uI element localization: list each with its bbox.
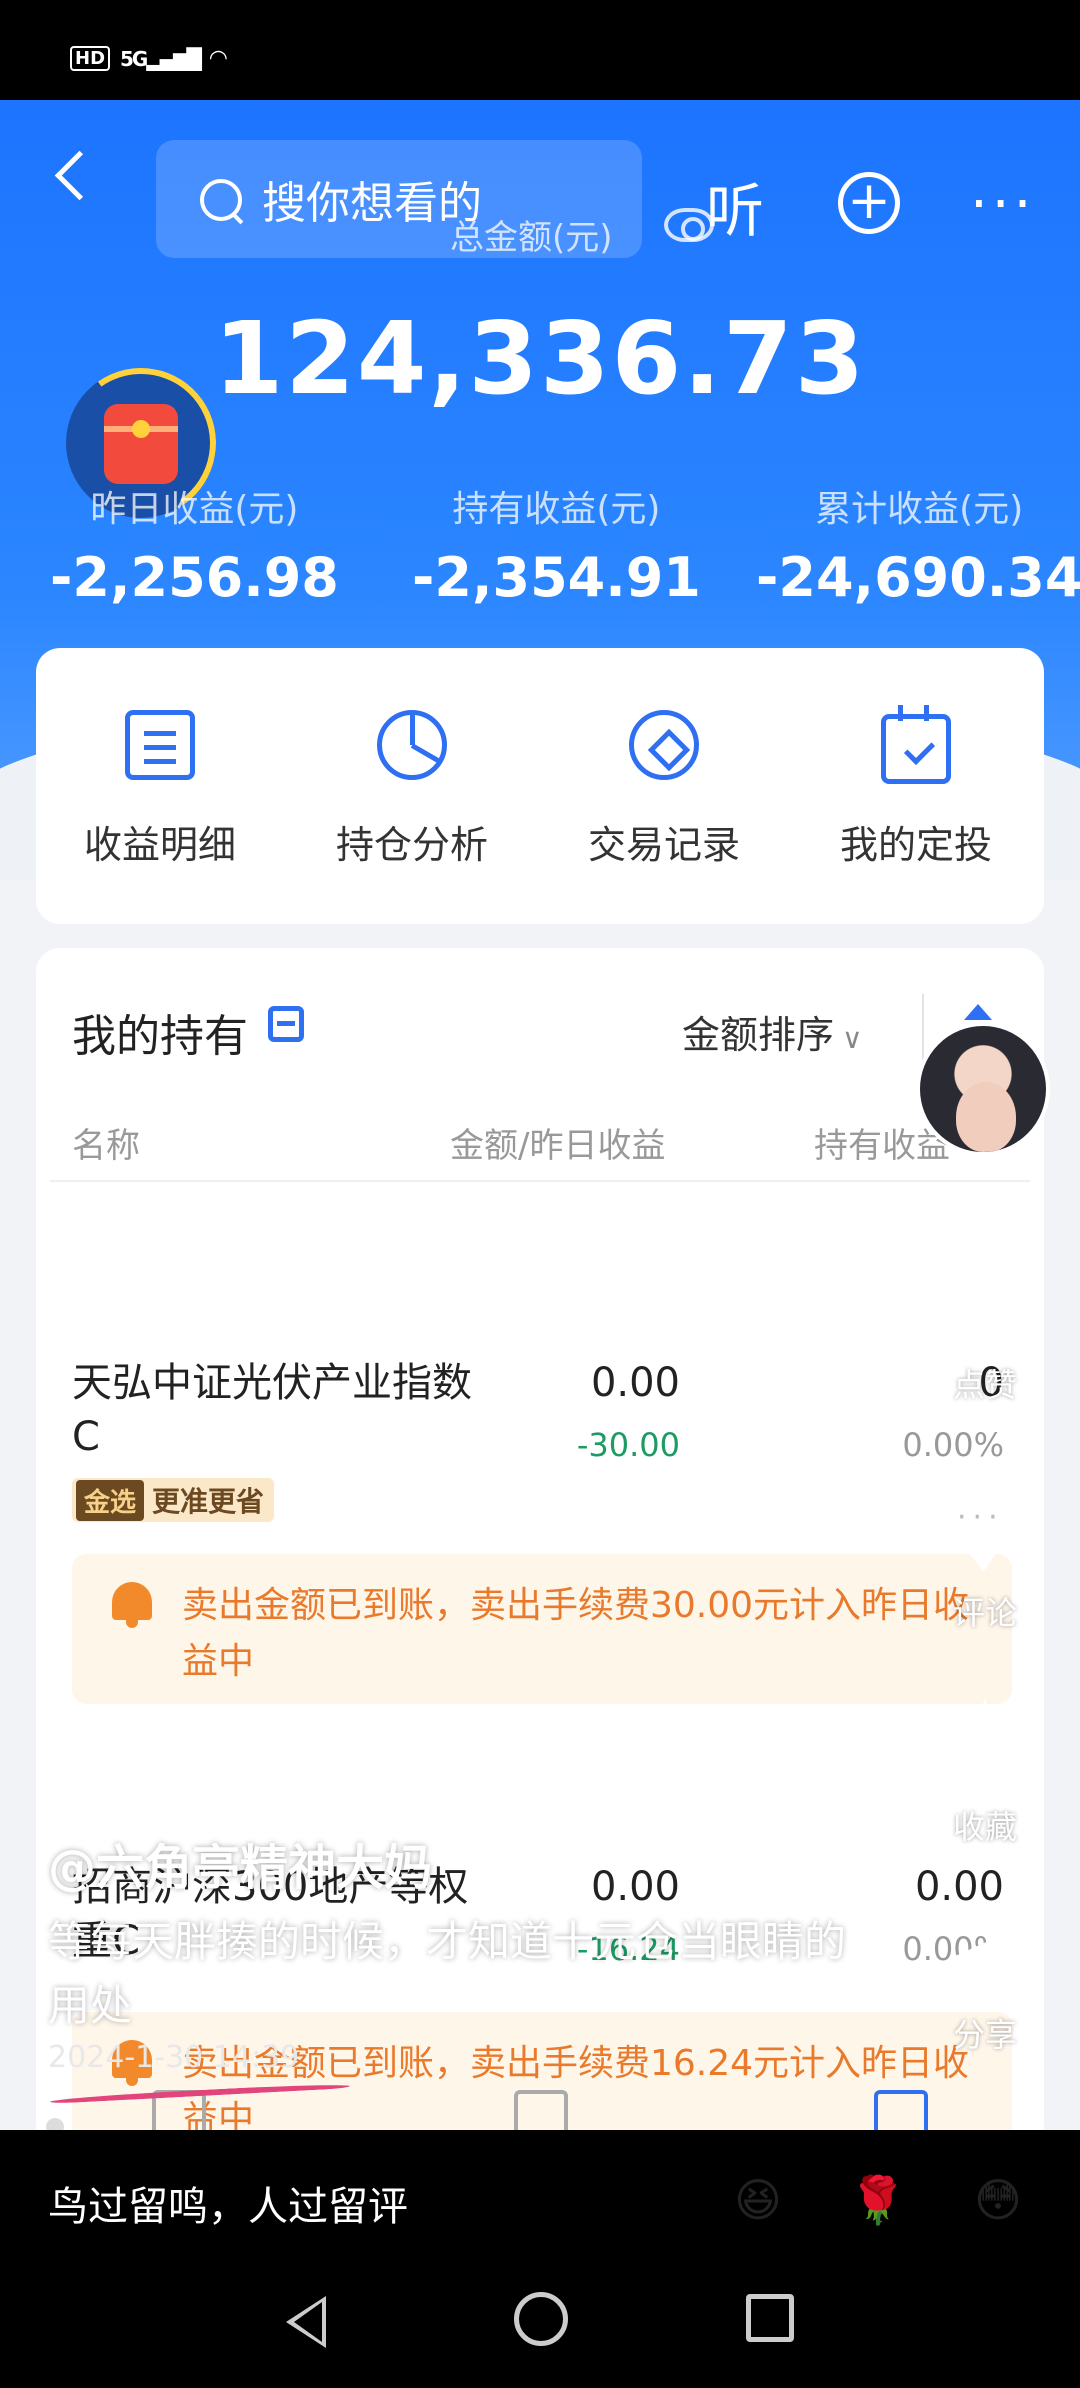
- stat-yesterday: 昨日收益(元) -2,256.98: [50, 480, 339, 609]
- author-name[interactable]: @六角亭精神大妈: [48, 1828, 432, 1898]
- video-content[interactable]: 搜你想看的 听 + ··· 总金额(元) 124,336.73 昨日收益(元) …: [0, 100, 1080, 2130]
- stat-label: 昨日收益(元): [90, 489, 299, 530]
- status-icons: HD 5G▂▄▆█ ◠: [70, 46, 227, 71]
- divider: [50, 1180, 1030, 1182]
- holdings-title: 我的持有: [72, 1011, 248, 1062]
- chevron-down-icon: ∨: [842, 1022, 863, 1055]
- sort-dropdown[interactable]: 金额排序 ∨: [682, 1004, 863, 1059]
- star-icon: [937, 1698, 1033, 1787]
- column-header-name: 名称: [72, 1126, 140, 1166]
- stat-value: -24,690.34: [756, 546, 1080, 609]
- eye-icon[interactable]: [664, 208, 714, 242]
- status-bar: HD 5G▂▄▆█ ◠: [0, 0, 1080, 100]
- laughing-emoji-icon[interactable]: 😆: [726, 2168, 790, 2232]
- like-label: 点赞: [952, 1366, 1017, 1404]
- divider: [922, 994, 924, 1060]
- rose-emoji-icon[interactable]: 🌹: [846, 2168, 910, 2232]
- search-icon: [196, 175, 244, 223]
- share-label: 分享: [952, 2016, 1017, 2054]
- action-position-analysis[interactable]: 持仓分析: [312, 710, 512, 869]
- stat-holding: 持有收益(元) -2,354.91: [412, 480, 701, 609]
- heart-icon: [937, 1262, 1033, 1348]
- calendar-icon: [881, 705, 951, 784]
- action-my-investment-plan[interactable]: 我的定投: [816, 705, 1016, 869]
- sort-label: 金额排序: [682, 1013, 835, 1057]
- listen-button[interactable]: 听: [706, 164, 764, 248]
- stat-value: -2,256.98: [50, 546, 339, 609]
- total-label: 总金额(元): [450, 218, 613, 258]
- system-navigation-bar: [0, 2270, 1080, 2388]
- action-trade-records[interactable]: 交易记录: [564, 710, 764, 869]
- fund-amount: 0.00: [590, 1864, 680, 1910]
- fund-holding-income: 0.00: [914, 1864, 1004, 1910]
- action-label: 持仓分析: [335, 823, 488, 867]
- record-icon: [629, 710, 699, 780]
- red-envelope-icon: [104, 404, 178, 484]
- favorite-label: 收藏: [952, 1808, 1017, 1846]
- favorite-button[interactable]: 收藏: [930, 1698, 1040, 1848]
- nav-back-icon[interactable]: [286, 2296, 326, 2348]
- bell-icon: [112, 1582, 152, 1628]
- tab-icon[interactable]: [514, 2090, 568, 2130]
- search-placeholder: 搜你想看的: [262, 178, 482, 229]
- more-dots-icon[interactable]: ···: [970, 172, 1035, 237]
- stat-label: 累计收益(元): [815, 489, 1024, 530]
- column-header-amount: 金额/昨日收益: [450, 1126, 666, 1166]
- action-label: 交易记录: [587, 823, 740, 867]
- fund-holding-pct: 0.00%: [902, 1426, 1004, 1464]
- badge-tag: 金选: [76, 1479, 145, 1521]
- share-button[interactable]: 分享: [930, 1918, 1040, 2056]
- post-caption[interactable]: 等每天胖揍的时候，才知道十元仓当眼睛的用处: [48, 1910, 868, 2038]
- wifi-icon: ◠: [209, 46, 227, 71]
- signal-icon: 5G▂▄▆█: [120, 46, 202, 71]
- comment-bar: 鸟过留鸣，人过留评 😆 🌹 😳: [0, 2130, 1080, 2270]
- back-icon[interactable]: [42, 148, 102, 208]
- stat-cumulative: 累计收益(元) -24,690.34: [756, 480, 1080, 609]
- surprised-emoji-icon[interactable]: 😳: [966, 2168, 1030, 2232]
- comment-icon: ···: [939, 1484, 1031, 1572]
- action-label: 我的定投: [839, 823, 992, 867]
- action-income-detail[interactable]: 收益明细: [60, 710, 260, 869]
- action-label: 收益明细: [83, 823, 236, 867]
- fund-yesterday-income: -30.00: [576, 1426, 680, 1464]
- document-icon: [125, 710, 195, 780]
- list-toggle-icon[interactable]: [268, 1006, 304, 1042]
- nav-home-icon[interactable]: [514, 2292, 568, 2346]
- sort-arrow-icon[interactable]: [964, 1004, 992, 1020]
- like-button[interactable]: 点赞: [930, 1262, 1040, 1406]
- comment-label: 评论: [952, 1594, 1017, 1632]
- badge-text: 更准更省: [152, 1485, 265, 1518]
- pie-chart-icon: [377, 710, 447, 780]
- comment-button[interactable]: ··· 评论: [930, 1484, 1040, 1634]
- plus-circle-icon[interactable]: +: [838, 172, 900, 234]
- summary-stats: 昨日收益(元) -2,256.98 持有收益(元) -2,354.91 累计收益…: [0, 480, 1080, 610]
- hd-icon: HD: [70, 46, 111, 71]
- fund-amount: 0.00: [590, 1360, 680, 1406]
- comment-input[interactable]: 鸟过留鸣，人过留评: [48, 2174, 408, 2232]
- tab-icon[interactable]: [874, 2090, 928, 2130]
- stat-label: 持有收益(元): [452, 489, 661, 530]
- share-arrow-icon: [937, 1918, 1033, 1998]
- quick-actions-card: 收益明细 持仓分析 交易记录 我的定投: [36, 648, 1044, 924]
- sell-notice: 卖出金额已到账，卖出手续费30.00元计入昨日收益中: [72, 1554, 1012, 1704]
- post-date: 2024-1-30 14:39: [48, 2040, 300, 2075]
- nav-recent-icon[interactable]: [746, 2294, 794, 2342]
- fund-name[interactable]: 天弘中证光伏产业指数C: [72, 1356, 472, 1464]
- notice-text: 卖出金额已到账，卖出手续费30.00元计入昨日收益中: [182, 1585, 970, 1682]
- author-avatar[interactable]: [916, 1022, 1050, 1156]
- stat-value: -2,354.91: [412, 546, 701, 609]
- gold-select-badge: 金选 更准更省: [72, 1478, 275, 1522]
